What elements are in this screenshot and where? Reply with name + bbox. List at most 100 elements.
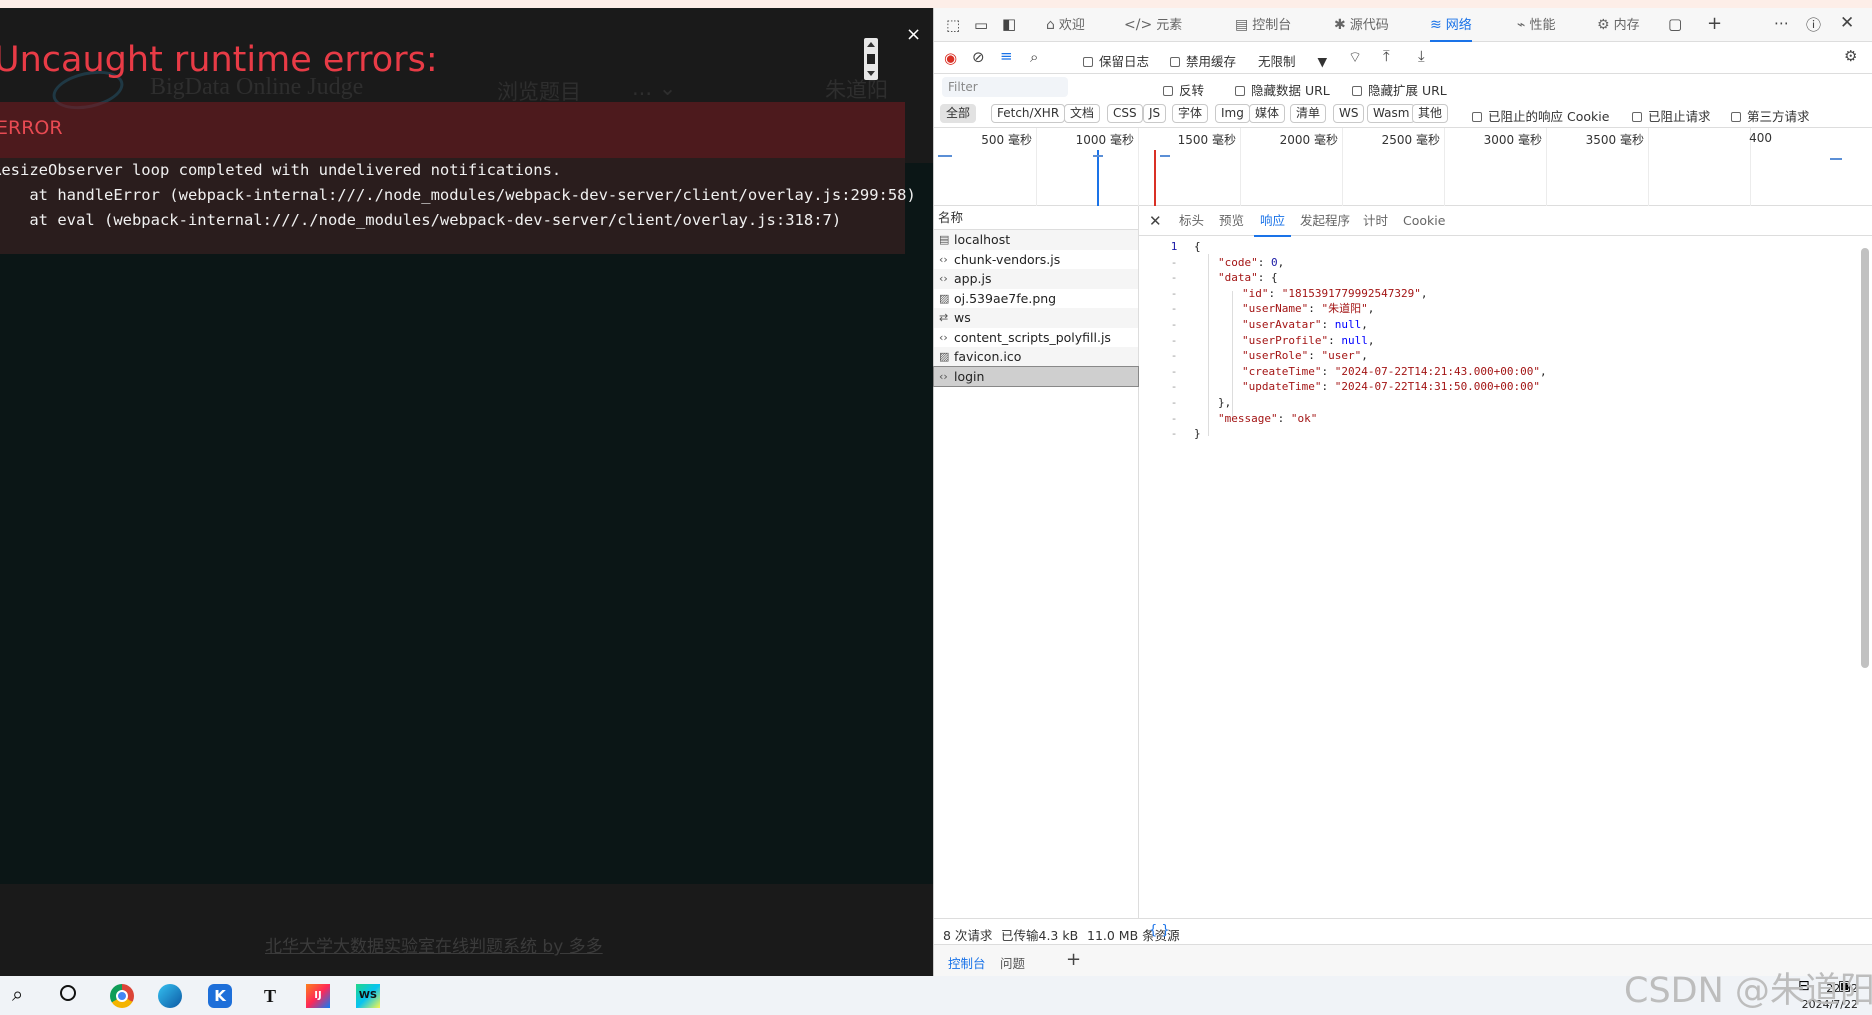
timeline-tick-label: 1000 毫秒 (1075, 133, 1134, 147)
panel-icon[interactable]: ▢ (1668, 15, 1682, 33)
filter-input[interactable]: Filter (942, 77, 1068, 97)
footer-link[interactable]: 北华大学大数据实验室在线判题系统 by 多多 (265, 932, 603, 957)
task-view-icon[interactable] (60, 985, 76, 1001)
add-drawer-tab-icon[interactable]: + (1066, 949, 1081, 970)
error-stack-line: at eval (webpack-internal:///./node_modu… (0, 211, 842, 229)
type-filter-button[interactable]: 其他 (1412, 104, 1449, 123)
json-token: }, (1218, 396, 1232, 409)
request-row[interactable]: ‹› app.js (934, 269, 1138, 289)
tab-6[interactable]: ⌁ 性能 (1517, 8, 1555, 42)
add-tab-icon[interactable]: + (1707, 13, 1722, 34)
json-token: : (1277, 411, 1291, 425)
type-extra-checkbox[interactable]: 已阻止的响应 Cookie (1472, 106, 1609, 125)
tab-7[interactable]: ⚙ 内存 (1597, 8, 1640, 42)
detail-tab[interactable]: Cookie (1403, 206, 1445, 236)
app-k-icon[interactable]: K (208, 984, 232, 1008)
memory-icon: ⚙ (1597, 17, 1610, 33)
type-filter-button[interactable]: Fetch/XHR (991, 104, 1066, 123)
inspect-icon[interactable]: ⬚ (946, 16, 960, 34)
network-overview-timeline: 500 毫秒 1000 毫秒 1500 毫秒 2000 毫秒 2500 毫秒 3000 毫… (934, 128, 1872, 206)
tab-3[interactable]: ▤ 控制台 (1235, 8, 1291, 42)
network-conditions-icon[interactable]: ⌔ (1348, 48, 1362, 67)
type-filter-button[interactable]: 全部 (940, 104, 977, 123)
dock-side-icon[interactable]: ◧ (1002, 15, 1016, 33)
hide-ext-urls-label: 隐藏扩展 URL (1368, 83, 1447, 98)
tab-4[interactable]: ✱ 源代码 (1334, 8, 1389, 42)
nav-more-menu[interactable]: ... ⌄ (632, 76, 676, 100)
response-scrollbar[interactable] (1861, 248, 1869, 668)
type-filter-button[interactable]: CSS (1107, 104, 1143, 123)
devtools-panel: ⬚ ▭ ◧ ⌂ 欢迎 </> 元素 ▤ 控制台 ✱ 源代码 ≋ 网络 ⌁ 性能 ⚙ 内存 ▢ + ⋯ ⓘ … (933, 8, 1872, 976)
tab-1[interactable]: ⌂ 欢迎 (1046, 8, 1085, 42)
type-filter-button[interactable]: 清单 (1290, 104, 1327, 123)
detail-tab[interactable]: 标头 (1179, 206, 1204, 236)
overlay-close-button[interactable]: × (906, 24, 921, 45)
type-extra-checkbox[interactable]: 第三方请求 (1731, 106, 1810, 125)
timeline-gridline (1138, 128, 1139, 206)
settings-gear-icon[interactable]: ⚙ (1844, 47, 1857, 65)
network-status-bar: 8 次请求 已传输4.3 kB 11.0 MB 条资源 { } (934, 918, 1872, 944)
throttle-select[interactable]: 无限制 ▼ (1258, 51, 1327, 70)
fetch-icon: ‹› (939, 369, 948, 383)
browser-top-strip (0, 0, 1872, 8)
close-devtools-icon[interactable]: ✕ (1840, 13, 1854, 33)
more-options-icon[interactable]: ⋯ (1774, 14, 1789, 32)
request-row[interactable]: ▤ localhost (934, 230, 1138, 250)
type-filter-button[interactable]: Img (1215, 104, 1250, 123)
pretty-print-button[interactable]: { } (1149, 923, 1170, 938)
json-token: : (1321, 318, 1335, 331)
chrome-icon[interactable] (110, 984, 134, 1008)
typora-icon[interactable]: T (258, 984, 282, 1008)
edge-icon[interactable] (158, 984, 182, 1008)
webstorm-icon[interactable]: WS (356, 984, 380, 1008)
type-filter-button[interactable]: 媒体 (1249, 104, 1286, 123)
home-icon: ⌂ (1046, 17, 1055, 33)
drawer-tab[interactable]: 问题 (1000, 953, 1025, 972)
type-filter-button[interactable]: Wasm (1367, 104, 1416, 123)
request-row[interactable]: ‹› content_scripts_polyfill.js (934, 328, 1138, 348)
user-name[interactable]: 朱道阳 (825, 74, 888, 104)
tab-label: 内存 (1613, 18, 1640, 33)
json-token: , (1361, 318, 1368, 331)
invert-checkbox[interactable]: 反转 (1163, 80, 1204, 99)
request-name: chunk-vendors.js (954, 251, 1061, 267)
search-icon[interactable]: ⌕ (1030, 48, 1038, 66)
close-detail-icon[interactable]: ✕ (1149, 212, 1162, 230)
device-toggle-icon[interactable]: ▭ (974, 16, 988, 34)
disable-cache-checkbox[interactable]: 禁用缓存 (1170, 51, 1236, 70)
overlay-scrollbar[interactable] (864, 38, 878, 80)
type-filter-button[interactable]: WS (1333, 104, 1365, 123)
type-filter-button[interactable]: JS (1143, 104, 1167, 123)
hide-ext-urls-checkbox[interactable]: 隐藏扩展 URL (1352, 80, 1447, 99)
intellij-idea-icon[interactable]: IJ (306, 984, 330, 1008)
type-extra-label: 已阻止的响应 Cookie (1488, 109, 1610, 124)
tab-5[interactable]: ≋ 网络 (1430, 8, 1472, 42)
request-row[interactable]: ▨ favicon.ico (934, 347, 1138, 367)
type-filter-button[interactable]: 字体 (1172, 104, 1209, 123)
filter-icon[interactable]: ≡ (1000, 47, 1013, 65)
detail-tab[interactable]: 计时 (1363, 206, 1388, 236)
clear-icon[interactable]: ⊘ (972, 48, 985, 66)
export-har-icon[interactable]: ⤓ (1418, 47, 1425, 65)
type-filter-button[interactable]: 文档 (1064, 104, 1101, 123)
search-taskbar-icon[interactable]: ⌕ (12, 982, 38, 1008)
detail-tab[interactable]: 发起程序 (1300, 206, 1350, 236)
json-token: "message" (1218, 411, 1278, 425)
request-row[interactable]: ▨ oj.539ae7fe.png (934, 289, 1138, 309)
drawer-tab[interactable]: 控制台 (948, 953, 986, 972)
help-icon[interactable]: ⓘ (1806, 14, 1821, 35)
name-column-header[interactable]: 名称 (934, 206, 1138, 230)
import-har-icon[interactable]: ⤒ (1383, 47, 1390, 65)
line-number: - (1170, 427, 1178, 441)
type-extra-checkbox[interactable]: 已阻止请求 (1632, 106, 1711, 125)
hide-data-urls-checkbox[interactable]: 隐藏数据 URL (1235, 80, 1330, 99)
record-stop-icon[interactable]: ◉ (944, 49, 957, 67)
tab-2[interactable]: </> 元素 (1124, 8, 1182, 42)
request-row[interactable]: ‹› login (933, 365, 1139, 387)
preserve-log-checkbox[interactable]: 保留日志 (1083, 51, 1149, 70)
detail-tab[interactable]: 响应 (1253, 206, 1292, 237)
detail-tab[interactable]: 预览 (1219, 206, 1244, 236)
request-row[interactable]: ‹› chunk-vendors.js (934, 250, 1138, 270)
request-row[interactable]: ⇄ ws (934, 308, 1138, 328)
json-token: "userAvatar" (1242, 318, 1322, 331)
